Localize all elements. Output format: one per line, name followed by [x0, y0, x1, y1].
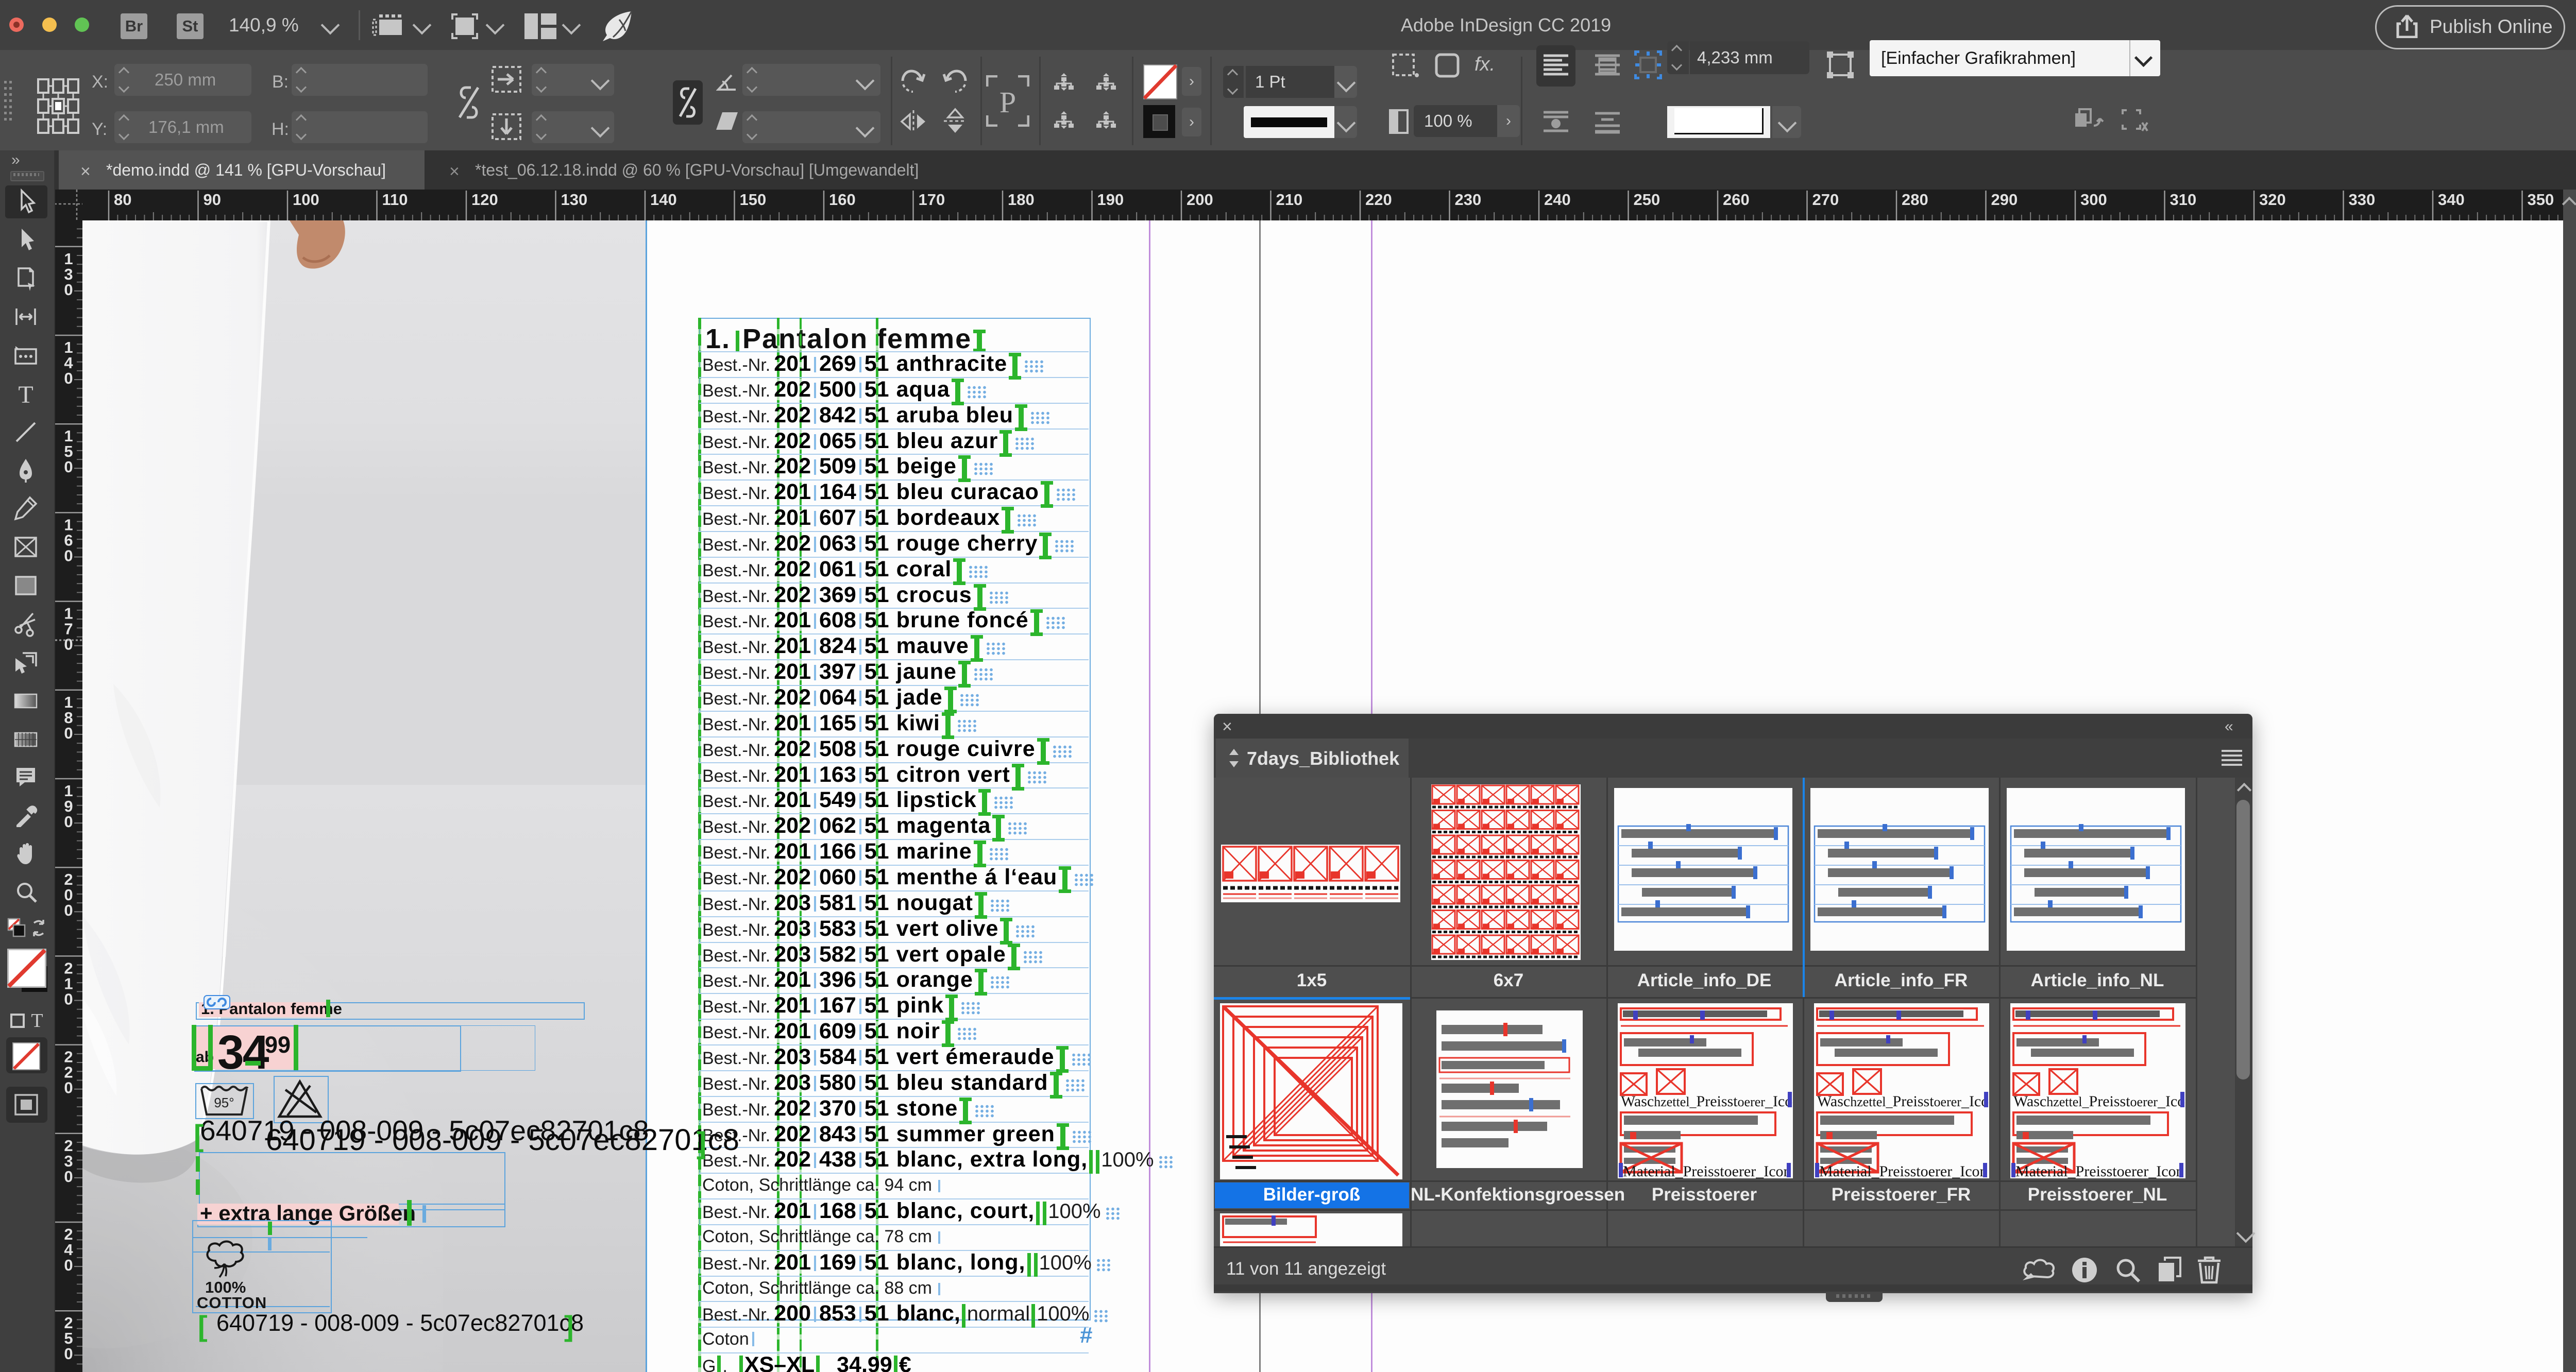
svg-text:0: 0	[64, 458, 73, 476]
svg-text:310: 310	[2170, 191, 2197, 209]
svg-text:300: 300	[2080, 191, 2107, 209]
svg-text:190: 190	[1097, 191, 1124, 209]
svg-text:290: 290	[1991, 191, 2018, 209]
svg-text:0: 0	[64, 813, 73, 831]
svg-text:200: 200	[1187, 191, 1213, 209]
svg-text:Material_Preisstoerer_Icon: Material_Preisstoerer_Icon	[1819, 1163, 1988, 1178]
svg-text:Waschzettel_Preisstoerer_Icon: Waschzettel_Preisstoerer_Icon	[2013, 1093, 2185, 1110]
svg-text:0: 0	[64, 724, 73, 742]
svg-text:Waschzettel_Preisstoerer_Icon: Waschzettel_Preisstoerer_Icon	[1621, 1093, 1793, 1110]
svg-text:260: 260	[1723, 191, 1750, 209]
svg-text:90: 90	[204, 191, 221, 209]
svg-text:Waschzettel_Preisstoerer_Icon: Waschzettel_Preisstoerer_Icon	[1817, 1093, 1989, 1110]
svg-text:Material_Preisstoerer_Icon: Material_Preisstoerer_Icon	[2015, 1163, 2184, 1178]
svg-text:220: 220	[1365, 191, 1392, 209]
svg-text:340: 340	[2438, 191, 2465, 209]
svg-text:240: 240	[1544, 191, 1571, 209]
svg-text:0: 0	[64, 1079, 73, 1097]
svg-text:0: 0	[64, 990, 73, 1008]
svg-text:T: T	[18, 381, 33, 407]
svg-text:230: 230	[1455, 191, 1482, 209]
svg-text:170: 170	[919, 191, 945, 209]
svg-text:320: 320	[2259, 191, 2286, 209]
svg-text:110: 110	[382, 191, 408, 209]
svg-text:330: 330	[2349, 191, 2376, 209]
svg-text:T: T	[31, 1010, 43, 1032]
svg-text:0: 0	[64, 636, 73, 654]
svg-text:0: 0	[64, 369, 73, 387]
svg-text:120: 120	[471, 191, 498, 209]
svg-text:0: 0	[64, 281, 73, 299]
svg-text:150: 150	[740, 191, 767, 209]
svg-text:180: 180	[1008, 191, 1035, 209]
svg-text:P: P	[999, 85, 1016, 119]
svg-text:0: 0	[64, 546, 73, 564]
svg-text:130: 130	[561, 191, 588, 209]
svg-text:280: 280	[1902, 191, 1928, 209]
svg-text:95°: 95°	[214, 1095, 234, 1110]
svg-text:100: 100	[293, 191, 319, 209]
svg-text:80: 80	[114, 191, 131, 209]
svg-text:0: 0	[64, 901, 73, 919]
svg-text:140: 140	[650, 191, 677, 209]
svg-text:0: 0	[64, 1345, 73, 1363]
svg-text:0: 0	[64, 1256, 73, 1274]
svg-text:Material_Preisstoerer_Icon: Material_Preisstoerer_Icon	[1623, 1163, 1791, 1178]
svg-text:250: 250	[1634, 191, 1660, 209]
svg-text:270: 270	[1812, 191, 1839, 209]
svg-text:160: 160	[829, 191, 856, 209]
svg-text:350: 350	[2528, 191, 2554, 209]
svg-text:210: 210	[1276, 191, 1303, 209]
svg-text:0: 0	[64, 1168, 73, 1186]
